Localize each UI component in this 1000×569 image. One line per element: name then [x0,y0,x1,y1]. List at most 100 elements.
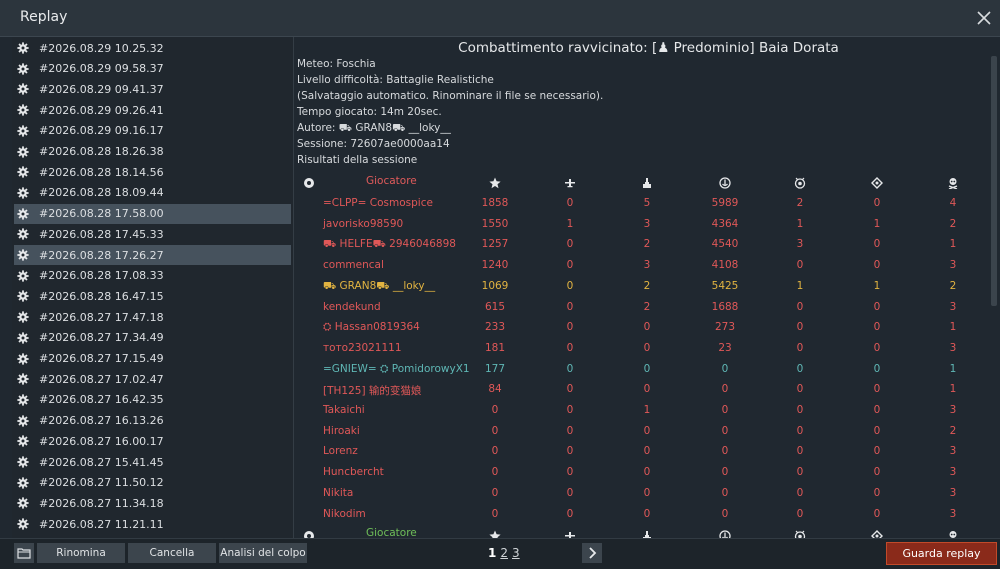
delete-button[interactable]: Cancella [128,543,216,563]
stat-cell: 2 [949,279,957,292]
replay-list-item[interactable]: #2026.08.27 17.47.18 [14,307,291,327]
stat-cell: 0 [873,466,881,479]
stat-cell: 5425 [711,279,739,292]
stat-cell: 0 [643,466,651,479]
stat-cell: 2 [643,279,651,292]
replay-list-item[interactable]: #2026.08.28 17.26.27 [14,245,291,265]
table-row[interactable]: javorisko98590 1550 1 3 4364 1 1 2 [297,215,989,235]
table-row[interactable]: Takaichi 0 0 1 0 0 0 3 [297,401,989,421]
table-row[interactable]: =CLPP= Cosmospice 1858 0 5 5989 2 0 4 [297,194,989,214]
stat-cell: 0 [721,383,729,396]
stat-cell: 0 [566,197,574,209]
table-row[interactable]: [TH125] 输的变猫娘 84 0 0 0 0 0 1 [297,380,989,400]
replay-list-item[interactable]: #2026.08.27 16.42.35 [14,390,291,410]
rename-button[interactable]: Rinomina [37,543,125,563]
stat-cell: 0 [566,404,574,416]
stat-cell: 0 [566,486,574,499]
stat-cell: 0 [491,486,499,499]
captures-icon [871,530,883,538]
stat-cell: 1 [873,279,881,292]
player-column-header-team2[interactable]: Giocatore [366,527,417,538]
stat-cell: 0 [566,383,574,396]
replay-list-item[interactable]: #2026.08.27 17.02.47 [14,369,291,389]
table-row[interactable]: тото23021111 181 0 0 23 0 0 3 [297,339,989,359]
open-folder-button[interactable] [14,543,34,563]
replay-list-item[interactable]: #2026.08.29 09.16.17 [14,121,291,141]
table-row[interactable]: ⛭ Hassan0819364 233 0 0 273 0 0 1 [297,318,989,338]
next-page-button[interactable] [582,543,602,563]
stat-cell: 0 [643,486,651,499]
table-row[interactable]: Nikodim 0 0 0 0 0 0 3 [297,505,989,525]
table-row[interactable]: Huncbercht 0 0 0 0 0 0 3 [297,463,989,483]
page-link[interactable]: 3 [512,546,520,560]
stat-cell: 1069 [481,279,509,292]
replay-gear-icon [17,435,29,447]
stat-cell: 0 [566,259,574,272]
replay-list-item[interactable]: #2026.08.27 15.41.45 [14,452,291,472]
replay-list-item[interactable]: #2026.08.27 16.13.26 [14,411,291,431]
table-row[interactable]: Nikita 0 0 0 0 0 0 3 [297,484,989,504]
replay-list-item[interactable]: #2026.08.28 17.08.33 [14,266,291,286]
table-row[interactable]: Lorenz 0 0 0 0 0 0 3 [297,442,989,462]
replay-gear-icon [17,456,29,468]
stat-cell: 4108 [711,259,739,272]
replay-list-item[interactable]: #2026.08.27 11.34.18 [14,493,291,513]
replay-gear-icon [17,145,29,158]
stat-cell: 0 [721,362,729,375]
replay-list-item[interactable]: #2026.08.27 11.50.12 [14,473,291,493]
stat-cell: 0 [491,445,499,458]
stat-cell: 2 [949,424,957,437]
replay-list-item[interactable]: #2026.08.28 18.09.44 [14,183,291,203]
stat-cell: 0 [566,279,574,292]
replay-gear-icon [17,518,29,530]
replay-list-item[interactable]: #2026.08.29 09.26.41 [14,100,291,120]
replay-name: #2026.08.27 11.21.11 [39,517,164,531]
hit-analysis-button[interactable]: Analisi del colpo [219,543,307,563]
table-row[interactable]: commencal 1240 0 3 4108 0 0 3 [297,256,989,276]
stat-cell: 0 [721,507,729,520]
replay-list-item[interactable]: #2026.08.28 18.26.38 [14,142,291,162]
replay-list-item[interactable]: #2026.08.29 09.58.37 [14,59,291,79]
page-link[interactable]: 1 [488,546,496,560]
stat-cell: 0 [796,507,804,520]
chevron-right-icon [589,547,597,559]
replay-list-item[interactable]: #2026.08.27 17.34.49 [14,328,291,348]
replay-list-item[interactable]: #2026.08.29 09.41.37 [14,79,291,99]
replay-list-item[interactable]: #2026.08.27 11.21.11 [14,514,291,534]
table-row[interactable]: =GNIEW= ⛭ PomidorowyX1 177 0 0 0 0 0 1 [297,360,989,380]
table-row[interactable]: ⛟ GRAN8⛟ __loky__ 1069 0 2 5425 1 1 2 [297,277,989,297]
replay-list-item[interactable]: #2026.08.28 18.14.56 [14,162,291,182]
player-name: =GNIEW= ⛭ PomidorowyX1 [323,362,470,375]
replay-list-item[interactable]: #2026.08.28 17.45.33 [14,224,291,244]
replay-list-item[interactable]: #2026.08.27 16.00.17 [14,431,291,451]
replay-name: #2026.08.29 10.25.32 [39,41,164,55]
player-column-header[interactable]: Giocatore [366,175,417,187]
replay-name: #2026.08.27 16.00.17 [39,434,164,448]
player-name: =CLPP= Cosmospice [323,197,433,209]
score-star-icon [489,177,501,189]
stat-cell: 0 [796,424,804,437]
page-link[interactable]: 2 [500,546,508,560]
player-name: [TH125] 输的变猫娘 [323,385,422,398]
watch-replay-button[interactable]: Guarda replay [886,542,997,565]
close-icon [977,11,991,25]
stat-cell: 0 [643,383,651,396]
stat-cell: 1 [873,217,881,230]
player-name: Nikita [323,486,354,499]
player-name: ⛟ HELFE⛟ 2946046898 [323,238,456,251]
replay-list-item[interactable]: #2026.08.29 10.25.32 [14,38,291,58]
scrollbar[interactable] [991,56,997,306]
table-row[interactable]: Hiroaki 0 0 0 0 0 0 2 [297,422,989,442]
table-row[interactable]: ⛟ HELFE⛟ 2946046898 1257 0 2 4540 3 0 1 [297,235,989,255]
stat-cell: 1858 [481,197,509,209]
stat-cell: 0 [491,404,499,416]
close-button[interactable] [972,6,996,30]
replay-list-item[interactable]: #2026.08.27 17.15.49 [14,349,291,369]
replay-gear-icon [17,207,29,220]
replay-list-item[interactable]: #2026.08.28 17.58.00 [14,203,291,224]
replay-name: #2026.08.27 11.34.18 [39,496,164,510]
replay-list-item[interactable]: #2026.08.28 16.47.15 [14,286,291,306]
stat-cell: 0 [796,445,804,458]
table-row[interactable]: kendekund 615 0 2 1688 0 0 3 [297,298,989,318]
stat-cell: 0 [796,486,804,499]
